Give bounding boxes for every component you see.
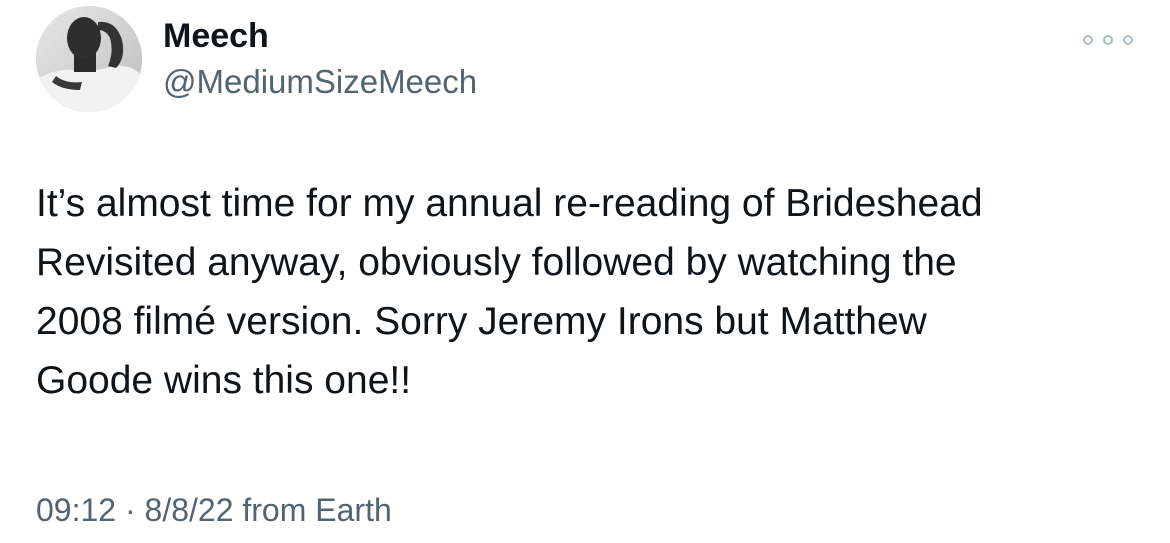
tweet-text: It’s almost time for my annual re-readin…: [36, 174, 1126, 410]
tweet-metadata: 09:12 · 8/8/22 from Earth: [36, 488, 392, 532]
avatar-photo: [36, 6, 142, 112]
tweet-text-line: Goode wins this one!!: [36, 359, 412, 402]
more-horizontal-icon: [1123, 35, 1133, 45]
tweet-card: Meech @MediumSizeMeech It’s almost time …: [0, 0, 1170, 543]
meta-separator: ·: [116, 492, 145, 528]
tweet-text-line: Revisited anyway, obviously followed by …: [36, 241, 957, 284]
more-horizontal-icon: [1083, 35, 1093, 45]
avatar[interactable]: [36, 6, 142, 112]
tweet-date[interactable]: 8/8/22: [145, 492, 234, 528]
more-options-button[interactable]: [1083, 30, 1133, 50]
tweet-time[interactable]: 09:12: [36, 492, 116, 528]
tweet-text-line: 2008 filmé version. Sorry Jeremy Irons b…: [36, 300, 927, 343]
tweet-text-line: It’s almost time for my annual re-readin…: [36, 182, 983, 225]
tweet-source: from Earth: [233, 492, 392, 528]
user-handle[interactable]: @MediumSizeMeech: [163, 60, 477, 104]
more-horizontal-icon: [1103, 35, 1113, 45]
display-name[interactable]: Meech: [163, 14, 269, 58]
